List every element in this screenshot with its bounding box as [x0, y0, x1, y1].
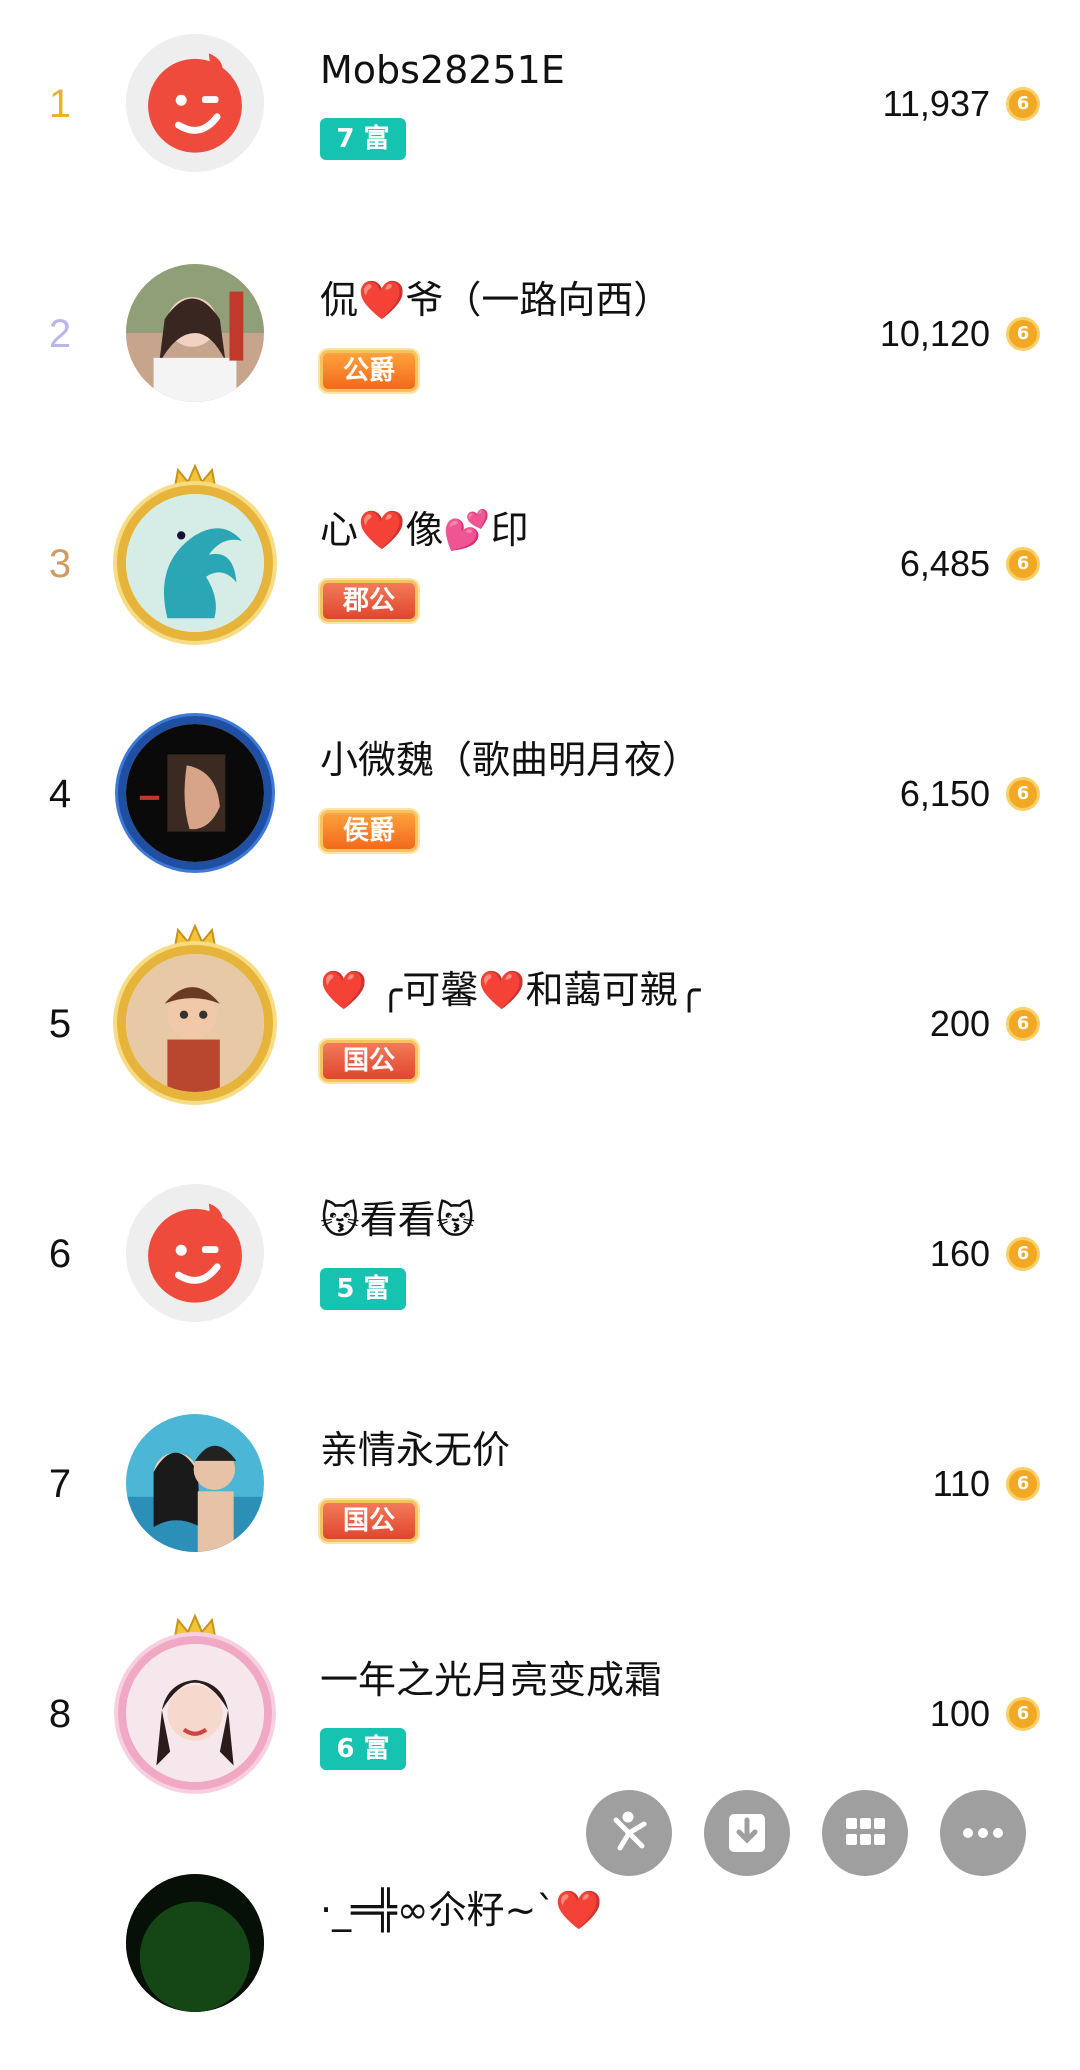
wealth-badge: 5 富	[320, 1268, 406, 1310]
leaderboard-row-2[interactable]: 2 侃❤️爷（一路向西） 公爵 10,120 6	[0, 230, 1080, 460]
score: 200	[929, 1003, 990, 1044]
rank-number: 7	[48, 1462, 72, 1506]
user-name: ❤️ ╭可馨❤️和藹可親╭	[320, 968, 701, 1012]
noble-badge: 侯爵	[320, 810, 418, 852]
rank-number: 5	[48, 1002, 72, 1046]
score: 6,485	[899, 543, 990, 584]
dragon-avatar-icon	[126, 494, 264, 632]
rank-number: 8	[48, 1692, 72, 1736]
avatar[interactable]	[126, 264, 264, 402]
app-logo-avatar-icon	[126, 34, 264, 172]
score: 100	[929, 1693, 990, 1734]
coin-icon: 6	[1006, 1237, 1040, 1271]
game-character-avatar-icon	[126, 954, 264, 1092]
avatar[interactable]	[126, 1644, 264, 1782]
leaderboard-row-1[interactable]: 1 Mobs28251E 7 富 11,937 6	[0, 0, 1080, 230]
coin-icon: 6	[1006, 1467, 1040, 1501]
leaderboard-row-6[interactable]: 6 😽看看😽 5 富 160 6	[0, 1150, 1080, 1380]
wealth-badge: 7 富	[320, 118, 406, 160]
portrait-avatar-icon	[126, 724, 264, 862]
leaderboard-row-3[interactable]: 3 心❤️像💕印 郡公 6,485 6	[0, 460, 1080, 690]
more-icon	[963, 1828, 1003, 1838]
crown-icon	[172, 1613, 218, 1643]
photo-avatar-icon	[126, 264, 264, 402]
rank-number: 3	[48, 542, 72, 586]
score: 160	[929, 1233, 990, 1274]
avatar[interactable]	[126, 1874, 264, 2012]
user-name: ·_═╬∞尒籽~`❤️	[320, 1888, 603, 1932]
rank-number: 1	[48, 82, 72, 126]
leaderboard-row-8[interactable]: 8 一年之光月亮变成霜 6 富 100 6	[0, 1610, 1080, 1840]
noble-badge: 国公	[320, 1500, 418, 1542]
coin-icon: 6	[1006, 1007, 1040, 1041]
crown-icon	[172, 463, 218, 493]
wealth-badge: 6 富	[320, 1728, 406, 1770]
grid-icon	[846, 1818, 885, 1845]
user-name: 亲情永无价	[320, 1428, 511, 1472]
more-button[interactable]	[940, 1790, 1026, 1876]
score: 6,150	[899, 773, 990, 814]
avatar[interactable]	[126, 34, 264, 172]
user-name: 一年之光月亮变成霜	[320, 1658, 663, 1702]
leaderboard-row-5[interactable]: 5 ❤️ ╭可馨❤️和藹可親╭ 国公 200 6	[0, 920, 1080, 1150]
rank-number: 6	[48, 1232, 72, 1276]
download-button[interactable]	[704, 1790, 790, 1876]
rank-number: 4	[48, 772, 72, 816]
avatar[interactable]	[126, 1184, 264, 1322]
leaderboard-row-4[interactable]: 4 小微魏（歌曲明月夜） 侯爵 6,150 6	[0, 690, 1080, 920]
download-icon	[729, 1814, 765, 1852]
avatar[interactable]	[126, 954, 264, 1092]
share-button[interactable]	[586, 1790, 672, 1876]
avatar[interactable]	[126, 724, 264, 862]
coin-icon: 6	[1006, 1697, 1040, 1731]
avatar[interactable]	[126, 494, 264, 632]
girl-avatar-icon	[126, 1644, 264, 1782]
leaderboard-row-7[interactable]: 7 亲情永无价 国公 110 6	[0, 1380, 1080, 1610]
noble-badge: 国公	[320, 1040, 418, 1082]
user-name: Mobs28251E	[320, 48, 565, 92]
rank-number: 2	[48, 312, 72, 356]
avatar[interactable]	[126, 1414, 264, 1552]
leaderboard-row-9[interactable]: ·_═╬∞尒籽~`❤️	[0, 1840, 1080, 2070]
noble-badge: 郡公	[320, 580, 418, 622]
score: 11,937	[882, 83, 990, 124]
apps-button[interactable]	[822, 1790, 908, 1876]
couple-avatar-icon	[126, 1414, 264, 1552]
score: 10,120	[879, 313, 990, 354]
user-name: 心❤️像💕印	[320, 508, 529, 552]
coin-icon: 6	[1006, 87, 1040, 121]
user-name: 侃❤️爷（一路向西）	[320, 278, 672, 322]
dark-avatar-icon	[126, 1874, 264, 2012]
coin-icon: 6	[1006, 317, 1040, 351]
noble-badge: 公爵	[320, 350, 418, 392]
app-logo-avatar-icon	[126, 1184, 264, 1322]
coin-icon: 6	[1006, 547, 1040, 581]
user-name: 😽看看😽	[320, 1198, 476, 1242]
score: 110	[932, 1463, 990, 1504]
coin-icon: 6	[1006, 777, 1040, 811]
pinwheel-icon	[613, 1811, 647, 1851]
crown-icon	[172, 923, 218, 953]
user-name: 小微魏（歌曲明月夜）	[320, 738, 701, 782]
